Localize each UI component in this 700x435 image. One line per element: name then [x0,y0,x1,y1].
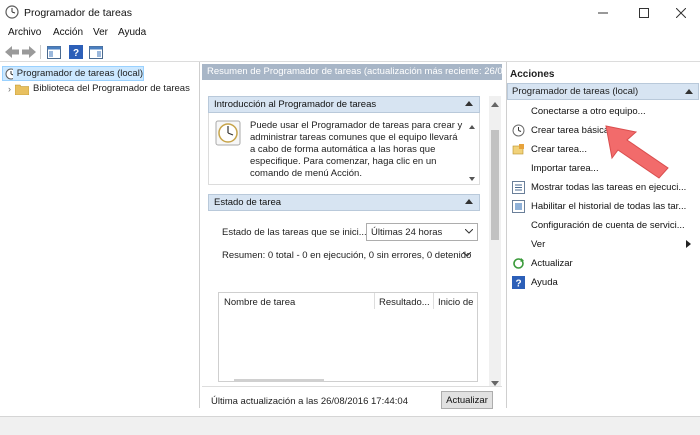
intro-scrollbar[interactable] [468,124,476,184]
close-window-button[interactable] [662,0,700,26]
column-header-start[interactable]: Inicio de e [438,297,476,308]
tree-item-root[interactable]: Programador de tareas (local) [2,66,144,81]
svg-text:?: ? [515,279,521,290]
annotation-arrow-icon [605,125,669,179]
status-summary: Resumen: 0 total - 0 en ejecución, 0 sin… [222,250,472,261]
help-icon: ? [69,45,83,59]
chevron-down-icon [465,229,473,234]
actions-group-header[interactable]: Programador de tareas (local) [507,83,699,100]
menu-accion[interactable]: Acción [53,27,83,38]
action-refresh[interactable]: Actualizar [509,254,699,273]
refresh-icon [511,257,525,271]
footer-divider [202,386,502,387]
action-enable-history[interactable]: Habilitar el historial de todas las tar.… [509,197,699,216]
clock-icon [5,68,13,79]
status-filter-label: Estado de las tareas que se inici... [222,227,367,238]
action-help[interactable]: ? Ayuda [509,273,699,292]
show-console-tree-button[interactable] [46,44,62,60]
toolbar [0,42,700,62]
console-tree [0,62,200,408]
column-header-result[interactable]: Resultado... [379,297,430,308]
intro-description: Puede usar el Programador de tareas para… [250,120,463,179]
action-pane-button[interactable] [88,44,104,60]
blank-icon [511,238,525,252]
tree-root-label: Programador de tareas (local) [16,68,143,79]
collapse-caret-icon [685,89,693,94]
column-divider [374,293,375,309]
blank-icon [511,219,525,233]
actions-title: Acciones [510,69,555,80]
column-divider [433,293,434,309]
scroll-up-arrow[interactable] [491,99,499,110]
menu-archivo[interactable]: Archivo [8,27,41,38]
action-pane-icon [89,45,103,59]
submenu-arrow-icon [686,240,691,248]
task-icon [511,143,525,157]
center-scroll-thumb[interactable] [491,130,499,240]
horizontal-scroll-thumb[interactable] [234,379,324,382]
maximize-button[interactable] [625,0,663,26]
back-arrow-icon [5,46,19,58]
column-header-task-name[interactable]: Nombre de tarea [224,297,295,308]
chevron-right-icon[interactable]: › [8,84,11,94]
intro-section-title: Introducción al Programador de tareas [214,99,377,110]
scroll-down-arrow[interactable] [491,378,499,389]
intro-section-header[interactable]: Introducción al Programador de tareas [208,96,480,113]
actions-group-title: Programador de tareas (local) [512,86,639,97]
console-tree-icon [47,45,61,59]
scheduler-clock-icon [215,120,241,146]
forward-arrow-icon [22,46,36,58]
minimize-button[interactable] [584,0,622,26]
blank-icon [511,162,525,176]
collapse-caret-icon[interactable] [465,101,473,106]
chevron-up-icon [491,102,499,107]
minimize-icon [598,12,608,14]
status-period-value: Últimas 24 horas [371,227,443,238]
action-service-account[interactable]: Configuración de cuenta de servici... [509,216,699,235]
tree-item-library[interactable]: › Biblioteca del Programador de tareas [8,81,190,96]
action-show-running[interactable]: Mostrar todas las tareas en ejecuci... [509,178,699,197]
help-icon: ? [511,276,525,290]
collapse-caret-icon[interactable] [465,199,473,204]
status-section-header[interactable]: Estado de tarea [208,194,480,211]
list-icon [511,181,525,195]
back-button[interactable] [4,44,20,60]
refresh-summary-button[interactable]: Actualizar [441,391,493,409]
blank-icon [511,105,525,119]
toolbar-separator [40,45,41,59]
status-period-select[interactable]: Últimas 24 horas [366,223,478,241]
maximize-icon [639,8,649,18]
menu-ayuda[interactable]: Ayuda [118,27,146,38]
action-view[interactable]: Ver [509,235,699,254]
task-scheduler-app-icon [5,5,19,19]
close-icon [676,8,686,18]
svg-text:?: ? [73,48,79,59]
status-bar [0,416,700,435]
forward-button[interactable] [21,44,37,60]
clock-icon [511,124,525,138]
window-title: Programador de tareas [24,7,132,19]
status-section-title: Estado de tarea [214,197,282,208]
history-icon [511,200,525,214]
scroll-arrows-icon [469,125,475,181]
last-update-text: Última actualización a las 26/08/2016 17… [211,396,408,407]
center-header: Resumen de Programador de tareas (actual… [202,64,502,80]
menu-ver[interactable]: Ver [93,27,108,38]
help-toolbar-button[interactable]: ? [68,44,84,60]
tree-library-label: Biblioteca del Programador de tareas [33,83,190,94]
folder-icon [15,84,29,95]
chevron-down-icon[interactable] [463,252,471,258]
